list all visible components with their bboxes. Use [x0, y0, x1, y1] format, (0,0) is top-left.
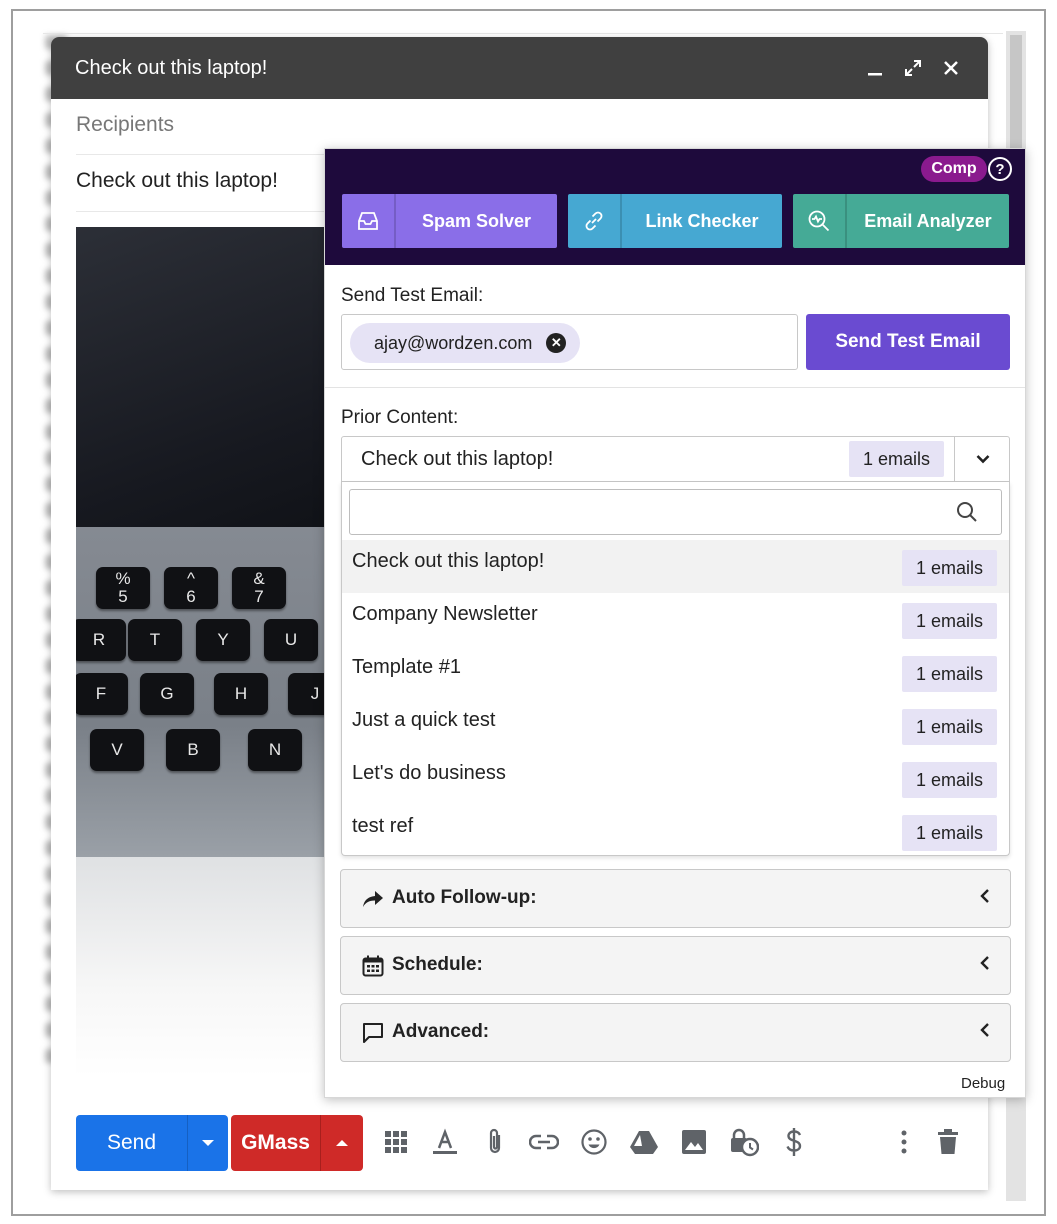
content-option[interactable]: Template #1 1 emails — [342, 646, 1009, 699]
option-count-badge: 1 emails — [902, 709, 998, 745]
link-checker-button[interactable]: Link Checker — [568, 194, 782, 248]
text-format-icon[interactable] — [430, 1127, 460, 1157]
minimize-icon[interactable] — [862, 55, 888, 81]
link-icon[interactable] — [529, 1127, 559, 1157]
emoji-icon[interactable] — [579, 1127, 609, 1157]
chain-link-icon — [568, 194, 622, 248]
gmass-settings-caret-icon[interactable] — [321, 1115, 363, 1171]
chevron-down-icon[interactable] — [954, 437, 1010, 481]
option-count-badge: 1 emails — [902, 550, 998, 586]
prior-content-select[interactable]: Check out this laptop! 1 emails — [341, 436, 1010, 482]
close-icon[interactable] — [938, 55, 964, 81]
confidential-mode-icon[interactable] — [729, 1127, 759, 1157]
selected-content: Check out this laptop! — [361, 448, 554, 470]
more-options-icon[interactable] — [889, 1127, 919, 1157]
recipients-placeholder: Recipients — [76, 113, 175, 136]
expand-icon[interactable] — [900, 55, 926, 81]
option-count-badge: 1 emails — [902, 762, 998, 798]
email-analyzer-label: Email Analyzer — [847, 194, 1009, 248]
google-drive-icon[interactable] — [629, 1127, 659, 1157]
panel-toolbar: Comp ? Spam Solver Link Checker Email An… — [325, 149, 1025, 265]
calendar-icon — [361, 954, 385, 978]
comp-badge[interactable]: Comp — [921, 156, 987, 182]
search-icon — [957, 502, 977, 522]
content-option[interactable]: Company Newsletter 1 emails — [342, 593, 1009, 646]
photo-key: G — [140, 673, 194, 715]
selected-count-badge: 1 emails — [849, 441, 945, 477]
option-count-badge: 1 emails — [902, 815, 998, 851]
content-option[interactable]: Let's do business 1 emails — [342, 752, 1009, 805]
email-analyzer-button[interactable]: Email Analyzer — [793, 194, 1009, 248]
trash-icon[interactable] — [933, 1127, 963, 1157]
share-arrow-icon — [361, 887, 385, 911]
apps-grid-icon[interactable] — [381, 1127, 411, 1157]
test-email-chip: ajay@wordzen.com ✕ — [350, 323, 581, 363]
prior-content-label: Prior Content: — [341, 407, 459, 428]
help-icon[interactable]: ? — [988, 157, 1012, 181]
laptop-photo: % 5 ^ 6 & 7 R T Y U F G H J V B N — [76, 227, 346, 1077]
photo-key: Y — [196, 619, 250, 661]
gmass-button[interactable]: GMass — [231, 1115, 363, 1171]
dollar-sign-icon[interactable] — [779, 1127, 809, 1157]
schedule-label: Schedule: — [392, 954, 483, 975]
advanced-label: Advanced: — [392, 1021, 490, 1042]
subject-value: Check out this laptop! — [76, 169, 278, 192]
test-email-address: ajay@wordzen.com — [374, 332, 533, 353]
compose-toolbar: Send GMass — [51, 1115, 988, 1177]
dropdown-search-input[interactable] — [349, 489, 1002, 535]
remove-chip-icon[interactable]: ✕ — [546, 333, 567, 353]
prior-content-dropdown: Check out this laptop! 1 emails Company … — [341, 482, 1010, 856]
gmass-button-label: GMass — [231, 1115, 321, 1171]
compose-title: Check out this laptop! — [75, 56, 268, 79]
attachment-icon[interactable] — [480, 1127, 510, 1157]
photo-key: & 7 — [232, 567, 286, 609]
inbox-icon — [342, 194, 396, 248]
speech-bubble-icon — [361, 1021, 385, 1045]
photo-key: R — [76, 619, 126, 661]
spam-solver-label: Spam Solver — [396, 194, 557, 248]
option-name: Check out this laptop! — [352, 550, 545, 572]
chevron-left-icon — [980, 1023, 989, 1037]
option-name: Company Newsletter — [352, 603, 538, 625]
photo-key: % 5 — [96, 567, 150, 609]
content-option[interactable]: test ref 1 emails — [342, 805, 1009, 855]
schedule-section[interactable]: Schedule: — [340, 936, 1011, 995]
photo-key: V — [90, 729, 144, 771]
photo-key: U — [264, 619, 318, 661]
test-email-input[interactable]: ajay@wordzen.com ✕ — [341, 314, 798, 370]
photo-key: H — [214, 673, 268, 715]
send-options-caret-icon[interactable] — [188, 1115, 228, 1171]
option-name: test ref — [352, 815, 414, 837]
photo-key: B — [166, 729, 220, 771]
advanced-section[interactable]: Advanced: — [340, 1003, 1011, 1062]
option-name: Just a quick test — [352, 709, 496, 731]
option-name: Template #1 — [352, 656, 461, 678]
chevron-left-icon — [980, 889, 989, 903]
link-checker-label: Link Checker — [622, 194, 782, 248]
photo-key: T — [128, 619, 182, 661]
photo-key: ^ 6 — [164, 567, 218, 609]
option-name: Let's do business — [352, 762, 506, 784]
auto-follow-up-section[interactable]: Auto Follow-up: — [340, 869, 1011, 928]
option-count-badge: 1 emails — [902, 656, 998, 692]
section-divider — [325, 387, 1025, 388]
auto-follow-up-label: Auto Follow-up: — [392, 887, 537, 908]
content-option[interactable]: Just a quick test 1 emails — [342, 699, 1009, 752]
option-count-badge: 1 emails — [902, 603, 998, 639]
photo-key: F — [76, 673, 128, 715]
send-test-email-label: Send Test Email: — [341, 285, 484, 306]
insert-photo-icon[interactable] — [679, 1127, 709, 1157]
send-button[interactable]: Send — [76, 1115, 228, 1171]
background-divider — [43, 33, 1003, 34]
send-button-label: Send — [76, 1115, 188, 1171]
compose-header: Check out this laptop! — [51, 37, 988, 99]
chevron-left-icon — [980, 956, 989, 970]
content-option[interactable]: Check out this laptop! 1 emails — [342, 540, 1009, 593]
debug-link[interactable]: Debug — [961, 1075, 1005, 1092]
send-test-email-button[interactable]: Send Test Email — [806, 314, 1010, 370]
photo-key: N — [248, 729, 302, 771]
gmass-settings-panel: Comp ? Spam Solver Link Checker Email An… — [324, 148, 1026, 1098]
spam-solver-button[interactable]: Spam Solver — [342, 194, 557, 248]
analyze-magnifier-icon — [793, 194, 847, 248]
